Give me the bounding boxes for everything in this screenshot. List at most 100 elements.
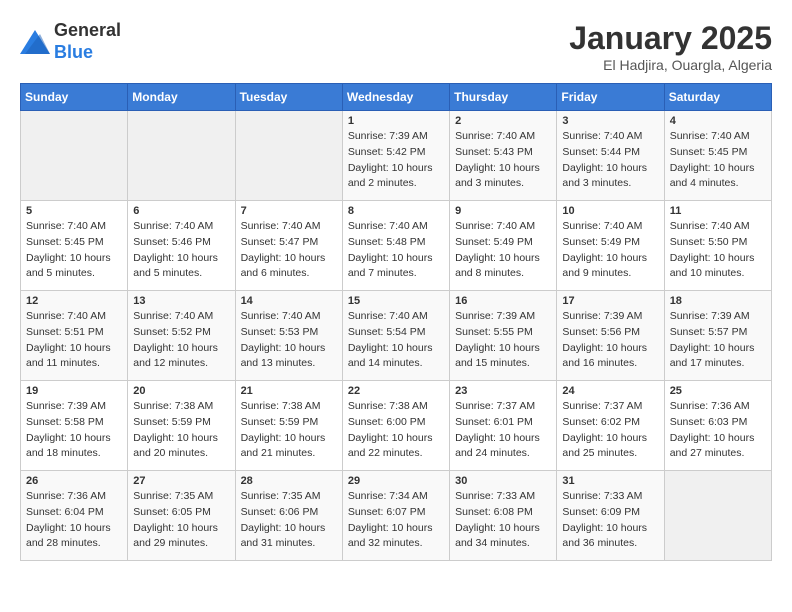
day-number: 10 xyxy=(562,205,658,217)
daylight-hours: Daylight: 10 hours and 21 minutes. xyxy=(241,432,326,460)
sunrise-time: Sunrise: 7:38 AM xyxy=(133,400,213,412)
day-info: Sunrise: 7:33 AM Sunset: 6:08 PM Dayligh… xyxy=(455,489,551,552)
day-info: Sunrise: 7:40 AM Sunset: 5:49 PM Dayligh… xyxy=(455,219,551,282)
logo-blue: Blue xyxy=(54,42,93,62)
daylight-hours: Daylight: 10 hours and 10 minutes. xyxy=(670,252,755,280)
sunset-time: Sunset: 5:49 PM xyxy=(562,236,640,248)
day-info: Sunrise: 7:37 AM Sunset: 6:01 PM Dayligh… xyxy=(455,399,551,462)
sunset-time: Sunset: 5:56 PM xyxy=(562,326,640,338)
day-number: 16 xyxy=(455,295,551,307)
day-number: 4 xyxy=(670,115,766,127)
sunrise-time: Sunrise: 7:37 AM xyxy=(562,400,642,412)
sunset-time: Sunset: 6:02 PM xyxy=(562,416,640,428)
weekday-header: Friday xyxy=(557,84,664,111)
sunrise-time: Sunrise: 7:40 AM xyxy=(133,220,213,232)
page-header: General Blue January 2025 El Hadjira, Ou… xyxy=(20,20,772,73)
day-info: Sunrise: 7:40 AM Sunset: 5:43 PM Dayligh… xyxy=(455,129,551,192)
day-info: Sunrise: 7:40 AM Sunset: 5:54 PM Dayligh… xyxy=(348,309,444,372)
day-number: 17 xyxy=(562,295,658,307)
calendar-cell: 16 Sunrise: 7:39 AM Sunset: 5:55 PM Dayl… xyxy=(450,291,557,381)
day-number: 28 xyxy=(241,475,337,487)
calendar-week-row: 5 Sunrise: 7:40 AM Sunset: 5:45 PM Dayli… xyxy=(21,201,772,291)
calendar-cell: 11 Sunrise: 7:40 AM Sunset: 5:50 PM Dayl… xyxy=(664,201,771,291)
calendar-cell: 2 Sunrise: 7:40 AM Sunset: 5:43 PM Dayli… xyxy=(450,111,557,201)
day-number: 26 xyxy=(26,475,122,487)
sunset-time: Sunset: 6:01 PM xyxy=(455,416,533,428)
calendar-cell: 12 Sunrise: 7:40 AM Sunset: 5:51 PM Dayl… xyxy=(21,291,128,381)
sunset-time: Sunset: 6:09 PM xyxy=(562,506,640,518)
day-info: Sunrise: 7:40 AM Sunset: 5:51 PM Dayligh… xyxy=(26,309,122,372)
sunset-time: Sunset: 5:59 PM xyxy=(241,416,319,428)
sunrise-time: Sunrise: 7:40 AM xyxy=(562,130,642,142)
calendar-cell: 26 Sunrise: 7:36 AM Sunset: 6:04 PM Dayl… xyxy=(21,471,128,561)
calendar-cell xyxy=(21,111,128,201)
day-info: Sunrise: 7:40 AM Sunset: 5:49 PM Dayligh… xyxy=(562,219,658,282)
day-number: 23 xyxy=(455,385,551,397)
daylight-hours: Daylight: 10 hours and 2 minutes. xyxy=(348,162,433,190)
logo-general: General xyxy=(54,20,121,40)
day-number: 13 xyxy=(133,295,229,307)
calendar-cell: 17 Sunrise: 7:39 AM Sunset: 5:56 PM Dayl… xyxy=(557,291,664,381)
sunset-time: Sunset: 6:03 PM xyxy=(670,416,748,428)
calendar-cell: 29 Sunrise: 7:34 AM Sunset: 6:07 PM Dayl… xyxy=(342,471,449,561)
day-number: 7 xyxy=(241,205,337,217)
sunset-time: Sunset: 6:07 PM xyxy=(348,506,426,518)
calendar-cell: 23 Sunrise: 7:37 AM Sunset: 6:01 PM Dayl… xyxy=(450,381,557,471)
calendar-cell: 24 Sunrise: 7:37 AM Sunset: 6:02 PM Dayl… xyxy=(557,381,664,471)
weekday-header: Tuesday xyxy=(235,84,342,111)
sunset-time: Sunset: 5:52 PM xyxy=(133,326,211,338)
daylight-hours: Daylight: 10 hours and 6 minutes. xyxy=(241,252,326,280)
calendar-cell: 3 Sunrise: 7:40 AM Sunset: 5:44 PM Dayli… xyxy=(557,111,664,201)
sunset-time: Sunset: 5:47 PM xyxy=(241,236,319,248)
day-info: Sunrise: 7:36 AM Sunset: 6:03 PM Dayligh… xyxy=(670,399,766,462)
day-number: 21 xyxy=(241,385,337,397)
calendar-cell: 18 Sunrise: 7:39 AM Sunset: 5:57 PM Dayl… xyxy=(664,291,771,381)
day-number: 24 xyxy=(562,385,658,397)
day-number: 12 xyxy=(26,295,122,307)
daylight-hours: Daylight: 10 hours and 3 minutes. xyxy=(562,162,647,190)
calendar-cell: 9 Sunrise: 7:40 AM Sunset: 5:49 PM Dayli… xyxy=(450,201,557,291)
daylight-hours: Daylight: 10 hours and 3 minutes. xyxy=(455,162,540,190)
calendar-cell: 13 Sunrise: 7:40 AM Sunset: 5:52 PM Dayl… xyxy=(128,291,235,381)
calendar-cell: 4 Sunrise: 7:40 AM Sunset: 5:45 PM Dayli… xyxy=(664,111,771,201)
daylight-hours: Daylight: 10 hours and 28 minutes. xyxy=(26,522,111,550)
calendar-cell: 1 Sunrise: 7:39 AM Sunset: 5:42 PM Dayli… xyxy=(342,111,449,201)
day-number: 15 xyxy=(348,295,444,307)
sunset-time: Sunset: 5:45 PM xyxy=(26,236,104,248)
daylight-hours: Daylight: 10 hours and 36 minutes. xyxy=(562,522,647,550)
sunrise-time: Sunrise: 7:39 AM xyxy=(455,310,535,322)
daylight-hours: Daylight: 10 hours and 13 minutes. xyxy=(241,342,326,370)
day-number: 5 xyxy=(26,205,122,217)
day-number: 20 xyxy=(133,385,229,397)
sunset-time: Sunset: 5:49 PM xyxy=(455,236,533,248)
calendar-cell: 21 Sunrise: 7:38 AM Sunset: 5:59 PM Dayl… xyxy=(235,381,342,471)
day-number: 14 xyxy=(241,295,337,307)
day-number: 18 xyxy=(670,295,766,307)
day-info: Sunrise: 7:33 AM Sunset: 6:09 PM Dayligh… xyxy=(562,489,658,552)
weekday-header: Wednesday xyxy=(342,84,449,111)
day-number: 22 xyxy=(348,385,444,397)
day-info: Sunrise: 7:36 AM Sunset: 6:04 PM Dayligh… xyxy=(26,489,122,552)
calendar-table: SundayMondayTuesdayWednesdayThursdayFrid… xyxy=(20,83,772,561)
sunrise-time: Sunrise: 7:38 AM xyxy=(348,400,428,412)
calendar-cell: 7 Sunrise: 7:40 AM Sunset: 5:47 PM Dayli… xyxy=(235,201,342,291)
sunrise-time: Sunrise: 7:40 AM xyxy=(241,220,321,232)
day-number: 30 xyxy=(455,475,551,487)
daylight-hours: Daylight: 10 hours and 20 minutes. xyxy=(133,432,218,460)
daylight-hours: Daylight: 10 hours and 12 minutes. xyxy=(133,342,218,370)
sunrise-time: Sunrise: 7:40 AM xyxy=(348,220,428,232)
title-block: January 2025 El Hadjira, Ouargla, Algeri… xyxy=(569,20,772,73)
sunset-time: Sunset: 6:05 PM xyxy=(133,506,211,518)
sunset-time: Sunset: 6:06 PM xyxy=(241,506,319,518)
day-info: Sunrise: 7:40 AM Sunset: 5:44 PM Dayligh… xyxy=(562,129,658,192)
daylight-hours: Daylight: 10 hours and 22 minutes. xyxy=(348,432,433,460)
calendar-cell: 19 Sunrise: 7:39 AM Sunset: 5:58 PM Dayl… xyxy=(21,381,128,471)
day-number: 1 xyxy=(348,115,444,127)
day-info: Sunrise: 7:39 AM Sunset: 5:56 PM Dayligh… xyxy=(562,309,658,372)
daylight-hours: Daylight: 10 hours and 5 minutes. xyxy=(26,252,111,280)
day-info: Sunrise: 7:35 AM Sunset: 6:06 PM Dayligh… xyxy=(241,489,337,552)
day-info: Sunrise: 7:34 AM Sunset: 6:07 PM Dayligh… xyxy=(348,489,444,552)
day-number: 9 xyxy=(455,205,551,217)
calendar-title: January 2025 xyxy=(569,20,772,57)
day-number: 2 xyxy=(455,115,551,127)
